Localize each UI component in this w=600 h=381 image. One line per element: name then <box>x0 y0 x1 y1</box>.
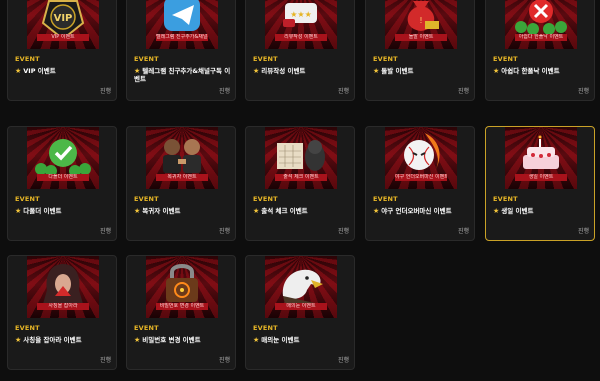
event-thumbnail: 비밀번호 변경 이벤트 <box>146 256 218 318</box>
event-tag: EVENT <box>134 324 159 332</box>
event-thumbnail: 다폴더 이벤트 <box>27 127 99 189</box>
event-card-attendance[interactable]: 출석 체크 이벤트 EVENT ★ 출석 체크 이벤트 진행 <box>245 126 355 241</box>
thumbnail-banner: 돌발 이벤트 <box>395 34 447 41</box>
star-icon: ★ <box>15 67 22 75</box>
event-tag: EVENT <box>15 55 40 63</box>
event-tag: EVENT <box>493 55 518 63</box>
event-card-password[interactable]: 비밀번호 변경 이벤트 EVENT ★ 비밀번호 변경 이벤트 진행 <box>126 255 236 370</box>
star-icon: ★ <box>253 336 260 344</box>
event-tag: EVENT <box>493 195 518 203</box>
event-title: ★ 생일 이벤트 <box>493 207 534 215</box>
event-thumbnail: 생일 이벤트 <box>505 127 577 189</box>
thumbnail-banner: 아쉽다 한폴낙 이벤트 <box>515 34 567 41</box>
star-icon: ★ <box>253 207 260 215</box>
event-tag: EVENT <box>253 195 278 203</box>
event-title: ★ 돌발 이벤트 <box>373 67 414 75</box>
event-tag: EVENT <box>253 55 278 63</box>
event-status: 진행 <box>457 228 469 235</box>
event-title: ★ 출석 체크 이벤트 <box>253 207 308 215</box>
event-title: ★ 복귀자 이벤트 <box>134 207 181 215</box>
event-thumbnail: 텔레그램 친구추가&채널구독 <box>146 0 218 49</box>
event-title: ★ 비밀번호 변경 이벤트 <box>134 336 201 344</box>
thumbnail-banner: 리뷰작성 이벤트 <box>275 34 327 41</box>
event-title: ★ 사칭을 잡아라 이벤트 <box>15 336 82 344</box>
thumbnail-banner: 야구 언더오버마신 이벤트 <box>395 174 447 181</box>
event-status: 진행 <box>577 88 589 95</box>
star-icon: ★ <box>134 67 141 75</box>
event-status: 진행 <box>99 357 111 364</box>
event-card-baseball[interactable]: 야구 언더오버마신 이벤트 EVENT ★ 야구 언더오버마신 이벤트 진행 <box>365 126 475 241</box>
event-title: ★ 텔레그램 친구추가&채널구독 이벤트 <box>134 67 231 83</box>
event-tag: EVENT <box>373 55 398 63</box>
event-title: ★ 다폴더 이벤트 <box>15 207 62 215</box>
thumbnail-banner: 출석 체크 이벤트 <box>275 174 327 181</box>
thumbnail-banner: 텔레그램 친구추가&채널구독 <box>156 34 208 41</box>
event-title: ★ 아쉽다 한폴낙 이벤트 <box>493 67 560 75</box>
event-tag: EVENT <box>134 55 159 63</box>
thumbnail-banner: 비밀번호 변경 이벤트 <box>156 303 208 310</box>
event-tag: EVENT <box>253 324 278 332</box>
event-status: 진행 <box>218 357 230 364</box>
event-title: ★ 야구 언더오버마신 이벤트 <box>373 207 452 215</box>
event-thumbnail: VIP VIP 이벤트 <box>27 0 99 49</box>
star-icon: ★ <box>373 67 380 75</box>
money-bag-icon: ! <box>407 1 439 31</box>
svg-text:VIP: VIP <box>54 13 73 24</box>
event-thumbnail: 복귀자 이벤트 <box>146 127 218 189</box>
thumbnail-banner: 매의눈 이벤트 <box>275 303 327 310</box>
event-card-telegram[interactable]: 텔레그램 친구추가&채널구독 EVENT ★텔레그램 친구추가&채널구독 이벤트… <box>126 0 236 101</box>
event-status: 진행 <box>99 88 111 95</box>
thumbnail-banner: VIP 이벤트 <box>37 34 89 41</box>
star-icon: ★ <box>134 336 141 344</box>
vip-badge-icon: VIP <box>41 0 85 41</box>
telegram-icon <box>164 0 200 31</box>
star-icon: ★ <box>493 207 500 215</box>
event-status: 진행 <box>218 228 230 235</box>
event-thumbnail: 출석 체크 이벤트 <box>265 127 337 189</box>
event-card-vip[interactable]: VIP VIP 이벤트 EVENT ★ VIP 이벤트 진행 <box>7 0 117 101</box>
event-status: 진행 <box>457 88 469 95</box>
red-x-icon <box>515 0 567 35</box>
star-icon: ★ <box>253 67 260 75</box>
event-card-impersonation[interactable]: 사칭을 잡아라 EVENT ★ 사칭을 잡아라 이벤트 진행 <box>7 255 117 370</box>
star-icon: ★ <box>15 207 22 215</box>
event-thumbnail: 야구 언더오버마신 이벤트 <box>385 127 457 189</box>
event-thumbnail: ★★★ 리뷰작성 이벤트 <box>265 0 337 49</box>
event-title: ★ VIP 이벤트 <box>15 67 56 75</box>
event-card-returner[interactable]: 복귀자 이벤트 EVENT ★ 복귀자 이벤트 진행 <box>126 126 236 241</box>
event-tag: EVENT <box>15 324 40 332</box>
star-icon: ★ <box>15 336 22 344</box>
event-card-multi-folder[interactable]: 다폴더 이벤트 EVENT ★ 다폴더 이벤트 진행 <box>7 126 117 241</box>
thumbnail-banner: 생일 이벤트 <box>515 174 567 181</box>
event-thumbnail: 아쉽다 한폴낙 이벤트 <box>505 0 577 49</box>
event-status: 진행 <box>337 228 349 235</box>
thumbnail-banner: 사칭을 잡아라 <box>37 303 89 310</box>
event-thumbnail: ! 돌발 이벤트 <box>385 0 457 49</box>
event-thumbnail: 매의눈 이벤트 <box>265 256 337 318</box>
event-status: 진행 <box>577 228 589 235</box>
event-status: 진행 <box>218 88 230 95</box>
event-status: 진행 <box>337 88 349 95</box>
event-card-near-miss[interactable]: 아쉽다 한폴낙 이벤트 EVENT ★ 아쉽다 한폴낙 이벤트 진행 <box>485 0 595 101</box>
star-icon: ★ <box>493 67 500 75</box>
event-status: 진행 <box>337 357 349 364</box>
event-tag: EVENT <box>373 195 398 203</box>
event-thumbnail: 사칭을 잡아라 <box>27 256 99 318</box>
event-tag: EVENT <box>134 195 159 203</box>
event-title: ★ 매의눈 이벤트 <box>253 336 300 344</box>
thumbnail-banner: 복귀자 이벤트 <box>156 174 208 181</box>
svg-text:!: ! <box>419 16 422 25</box>
thumbnail-banner: 다폴더 이벤트 <box>37 174 89 181</box>
event-title: ★ 리뷰작성 이벤트 <box>253 67 306 75</box>
event-card-review[interactable]: ★★★ 리뷰작성 이벤트 EVENT ★ 리뷰작성 이벤트 진행 <box>245 0 355 101</box>
event-tag: EVENT <box>15 195 40 203</box>
event-card-birthday[interactable]: 생일 이벤트 EVENT ★ 생일 이벤트 진행 <box>485 126 595 241</box>
event-card-surprise[interactable]: ! 돌발 이벤트 EVENT ★ 돌발 이벤트 진행 <box>365 0 475 101</box>
event-status: 진행 <box>99 228 111 235</box>
review-stars-icon: ★★★ <box>283 3 317 27</box>
event-card-eagle-eye[interactable]: 매의눈 이벤트 EVENT ★ 매의눈 이벤트 진행 <box>245 255 355 370</box>
star-icon: ★ <box>134 207 141 215</box>
svg-text:★★★: ★★★ <box>290 10 312 19</box>
star-icon: ★ <box>373 207 380 215</box>
